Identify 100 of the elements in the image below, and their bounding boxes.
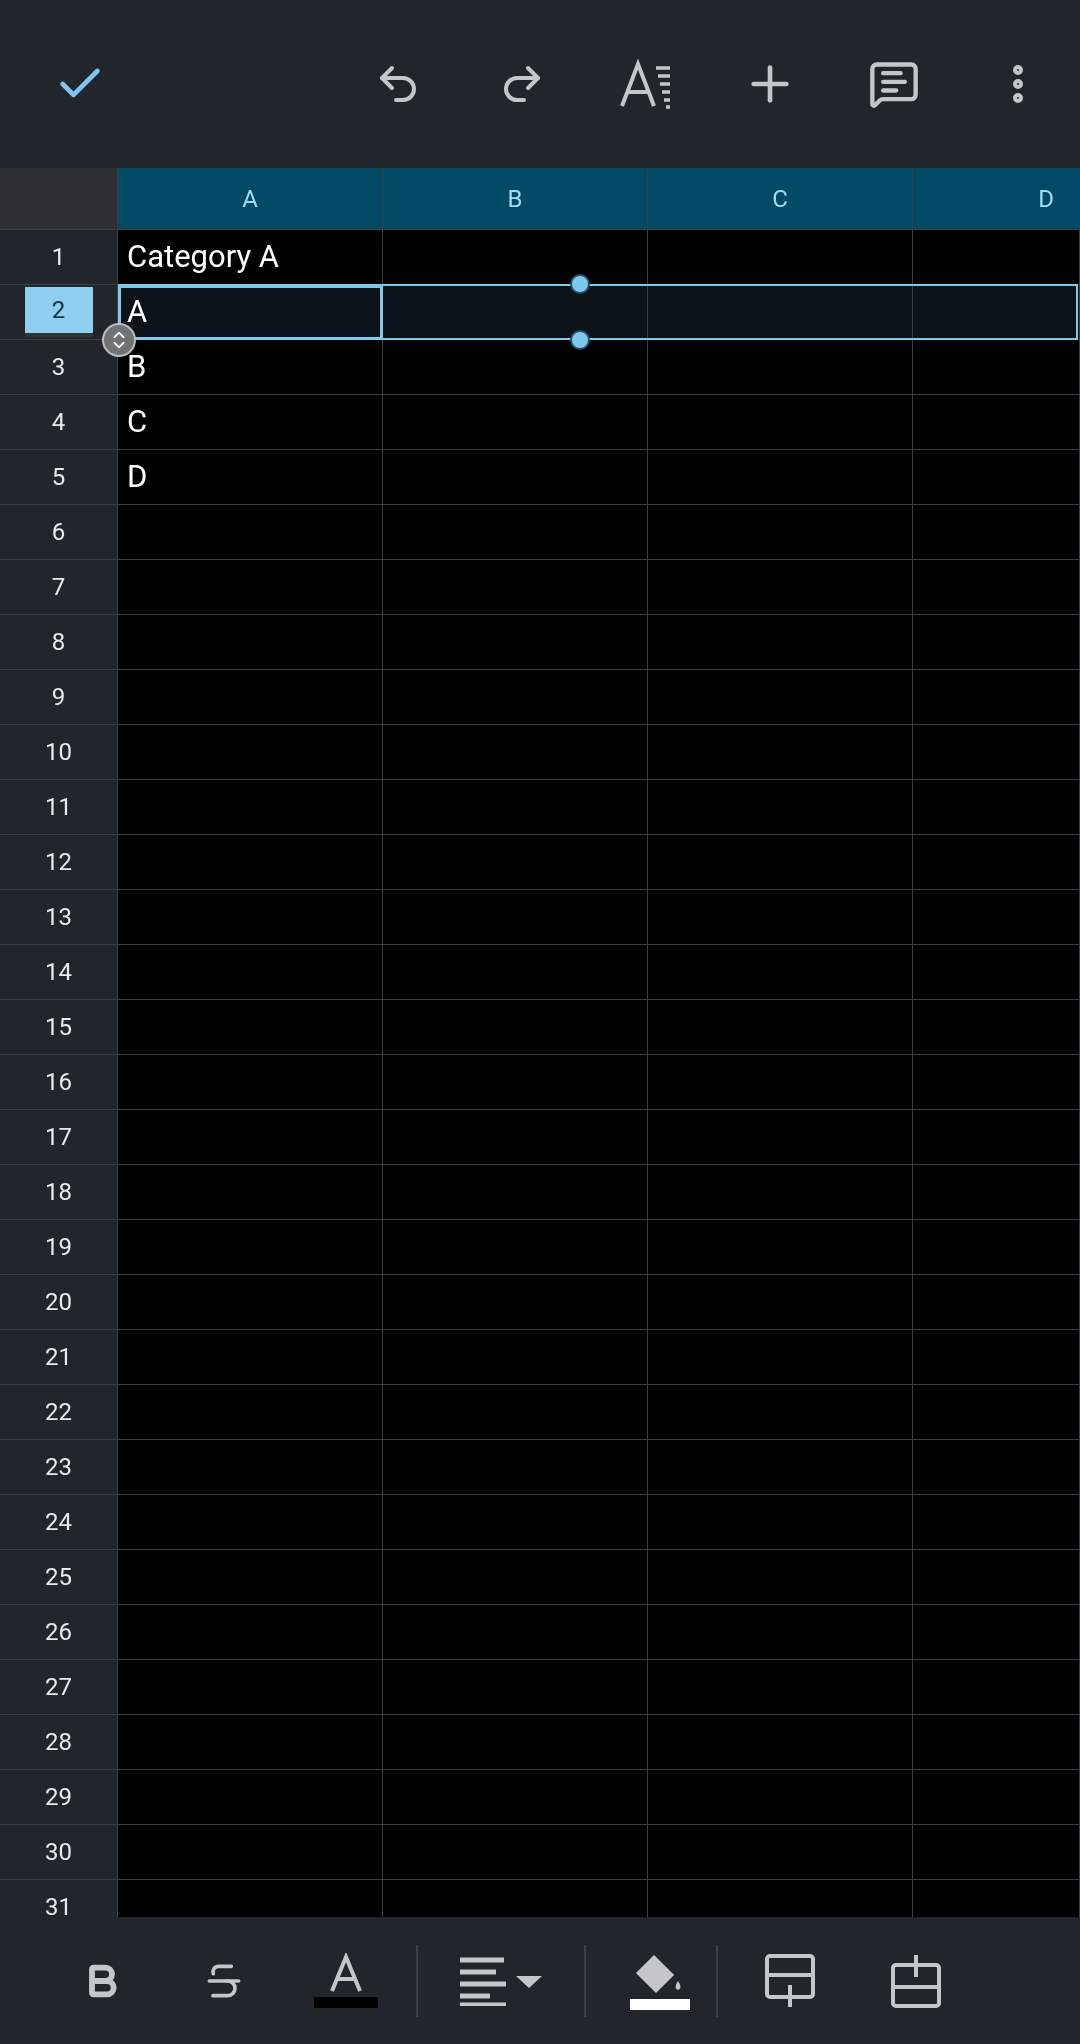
table-cell[interactable] <box>118 1550 383 1605</box>
row-header[interactable]: 17 <box>0 1110 118 1165</box>
table-cell[interactable] <box>648 1385 913 1440</box>
table-cell[interactable] <box>383 285 648 340</box>
row-header[interactable]: 3 <box>0 340 118 395</box>
row-header[interactable]: 31 <box>0 1880 118 1917</box>
table-cell[interactable] <box>118 1275 383 1330</box>
row-header[interactable]: 16 <box>0 1055 118 1110</box>
table-cell[interactable] <box>648 1220 913 1275</box>
table-cell[interactable] <box>913 450 1080 505</box>
table-cell[interactable] <box>648 725 913 780</box>
table-cell[interactable] <box>383 505 648 560</box>
table-cell[interactable] <box>648 1110 913 1165</box>
table-cell[interactable] <box>383 1385 648 1440</box>
table-cell[interactable] <box>118 1385 383 1440</box>
table-cell[interactable] <box>648 1715 913 1770</box>
table-cell[interactable] <box>383 945 648 1000</box>
table-cell[interactable] <box>648 615 913 670</box>
table-cell[interactable] <box>913 1660 1080 1715</box>
table-cell[interactable] <box>913 1385 1080 1440</box>
table-cell[interactable] <box>383 1715 648 1770</box>
table-cell[interactable] <box>383 1495 648 1550</box>
table-cell[interactable] <box>913 1440 1080 1495</box>
table-cell[interactable] <box>913 670 1080 725</box>
column-header[interactable]: B <box>383 168 648 229</box>
row-header[interactable]: 24 <box>0 1495 118 1550</box>
table-cell[interactable] <box>118 1605 383 1660</box>
table-cell[interactable] <box>648 890 913 945</box>
table-cell[interactable] <box>913 780 1080 835</box>
table-cell[interactable] <box>118 1495 383 1550</box>
row-header[interactable]: 11 <box>0 780 118 835</box>
row-header[interactable]: 28 <box>0 1715 118 1770</box>
table-cell[interactable] <box>383 1055 648 1110</box>
row-header[interactable]: 1 <box>0 230 118 285</box>
row-header[interactable]: 27 <box>0 1660 118 1715</box>
table-cell[interactable] <box>648 1000 913 1055</box>
table-cell[interactable] <box>648 1550 913 1605</box>
table-cell[interactable] <box>118 1220 383 1275</box>
table-cell[interactable] <box>648 1440 913 1495</box>
table-cell[interactable] <box>383 615 648 670</box>
row-header[interactable]: 7 <box>0 560 118 615</box>
table-cell[interactable] <box>383 670 648 725</box>
table-cell[interactable] <box>383 450 648 505</box>
row-header[interactable]: 29 <box>0 1770 118 1825</box>
table-cell[interactable] <box>648 1605 913 1660</box>
row-header[interactable]: 8 <box>0 615 118 670</box>
table-cell[interactable] <box>913 1550 1080 1605</box>
table-cell[interactable] <box>118 1000 383 1055</box>
table-cell[interactable] <box>383 560 648 615</box>
row-header[interactable]: 4 <box>0 395 118 450</box>
table-cell[interactable] <box>913 285 1080 340</box>
table-cell[interactable] <box>913 945 1080 1000</box>
table-cell[interactable] <box>383 725 648 780</box>
table-cell[interactable] <box>118 670 383 725</box>
table-cell[interactable] <box>118 1715 383 1770</box>
table-cell[interactable] <box>118 1165 383 1220</box>
row-header[interactable]: 13 <box>0 890 118 945</box>
table-cell[interactable] <box>648 1770 913 1825</box>
table-cell[interactable] <box>913 1495 1080 1550</box>
table-cell[interactable] <box>913 890 1080 945</box>
row-header[interactable]: 22 <box>0 1385 118 1440</box>
row-header[interactable]: 26 <box>0 1605 118 1660</box>
table-cell[interactable] <box>648 1495 913 1550</box>
row-header[interactable]: 30 <box>0 1825 118 1880</box>
column-header[interactable]: C <box>648 168 913 229</box>
table-cell[interactable] <box>648 1660 913 1715</box>
table-cell[interactable] <box>383 340 648 395</box>
row-header[interactable]: 5 <box>0 450 118 505</box>
table-cell[interactable] <box>118 1770 383 1825</box>
table-cell[interactable] <box>913 725 1080 780</box>
table-cell[interactable] <box>118 725 383 780</box>
row-header[interactable]: 10 <box>0 725 118 780</box>
table-cell[interactable] <box>913 1110 1080 1165</box>
table-cell[interactable] <box>648 1165 913 1220</box>
row-header[interactable]: 14 <box>0 945 118 1000</box>
table-cell[interactable] <box>118 505 383 560</box>
table-cell[interactable]: A <box>118 285 383 340</box>
table-cell[interactable] <box>383 1550 648 1605</box>
table-cell[interactable] <box>648 1055 913 1110</box>
table-cell[interactable] <box>118 1440 383 1495</box>
table-cell[interactable] <box>913 1715 1080 1770</box>
table-cell[interactable] <box>118 780 383 835</box>
table-cell[interactable] <box>383 1275 648 1330</box>
table-cell[interactable] <box>648 505 913 560</box>
table-cell[interactable] <box>118 1110 383 1165</box>
table-cell[interactable] <box>383 1770 648 1825</box>
row-header[interactable]: 21 <box>0 1330 118 1385</box>
table-cell[interactable] <box>913 1275 1080 1330</box>
table-cell[interactable] <box>913 340 1080 395</box>
table-cell[interactable] <box>913 1330 1080 1385</box>
table-cell[interactable] <box>913 835 1080 890</box>
table-cell[interactable] <box>118 1825 383 1880</box>
table-cell[interactable] <box>913 395 1080 450</box>
column-header[interactable]: D <box>913 168 1080 229</box>
table-cell[interactable] <box>913 1055 1080 1110</box>
row-header[interactable]: 12 <box>0 835 118 890</box>
table-cell[interactable] <box>118 1330 383 1385</box>
row-header[interactable]: 2 <box>0 285 118 340</box>
table-cell[interactable] <box>383 1165 648 1220</box>
table-cell[interactable] <box>648 1275 913 1330</box>
